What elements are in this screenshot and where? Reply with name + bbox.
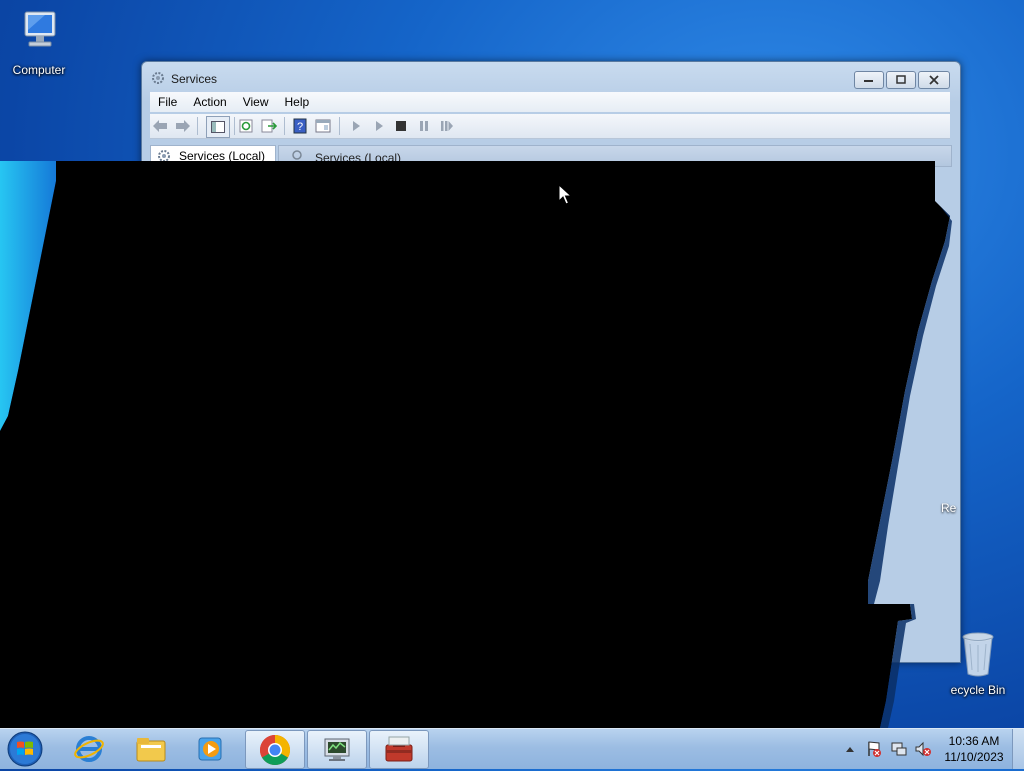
system-clock[interactable]: 10:36 AM 11/10/2023 bbox=[938, 733, 1010, 765]
volume-muted-icon[interactable] bbox=[913, 729, 933, 769]
menu-action[interactable]: Action bbox=[185, 95, 234, 109]
mouse-cursor-icon bbox=[558, 184, 572, 205]
media-player-icon bbox=[198, 737, 222, 760]
toolbar-separator bbox=[339, 117, 340, 135]
refresh-icon[interactable] bbox=[238, 118, 254, 134]
toolbar: ? bbox=[150, 114, 950, 139]
desktop-icon-label: Computer bbox=[12, 63, 66, 77]
pause-service-icon[interactable] bbox=[416, 118, 432, 134]
taskbar-network-monitor[interactable] bbox=[307, 730, 367, 769]
show-hide-console-tree-icon[interactable] bbox=[206, 116, 230, 138]
window-title: Services bbox=[171, 72, 218, 86]
taskbar: 10:36 AM 11/10/2023 bbox=[0, 728, 1024, 769]
export-list-icon[interactable] bbox=[261, 118, 277, 134]
services-gear-icon bbox=[151, 71, 165, 85]
restart-service-icon[interactable] bbox=[439, 118, 455, 134]
maximize-button[interactable] bbox=[886, 71, 916, 89]
desktop-icon-label: ecycle Bin bbox=[950, 683, 1006, 697]
network-icon[interactable] bbox=[889, 729, 909, 769]
chrome-icon bbox=[259, 734, 291, 765]
start-button[interactable] bbox=[4, 730, 46, 768]
stop-service-icon[interactable] bbox=[393, 118, 409, 134]
toolbar-separator bbox=[197, 117, 198, 135]
svg-text:?: ? bbox=[297, 121, 303, 133]
help-icon[interactable]: ? bbox=[292, 118, 308, 134]
computer-icon bbox=[1, 8, 77, 61]
taskbar-internet-explorer[interactable] bbox=[60, 730, 118, 767]
menu-view[interactable]: View bbox=[235, 95, 277, 109]
taskbar-media-player[interactable] bbox=[182, 730, 240, 767]
file-explorer-icon bbox=[136, 737, 166, 761]
close-button[interactable] bbox=[918, 71, 950, 89]
internet-explorer-icon bbox=[74, 735, 104, 762]
clipped-desktop-label: Re bbox=[941, 501, 957, 515]
start-service-alt-icon[interactable] bbox=[371, 118, 387, 134]
toolbox-icon bbox=[385, 736, 413, 761]
menu-file[interactable]: File bbox=[150, 95, 185, 109]
desktop-icon-computer[interactable]: Computer bbox=[1, 8, 77, 77]
action-center-flag-icon[interactable] bbox=[864, 729, 884, 769]
network-monitor-icon bbox=[324, 738, 350, 761]
start-service-icon[interactable] bbox=[348, 118, 364, 134]
toolbar-separator bbox=[284, 117, 285, 135]
taskbar-file-explorer[interactable] bbox=[122, 730, 180, 767]
menu-bar: File Action View Help bbox=[150, 92, 950, 112]
back-icon[interactable] bbox=[152, 118, 168, 134]
clock-time: 10:36 AM bbox=[948, 734, 1000, 748]
toolbar-separator bbox=[234, 117, 235, 135]
show-hidden-icons-arrow[interactable] bbox=[843, 729, 857, 769]
taskbar-chrome[interactable] bbox=[245, 730, 305, 769]
show-desktop-button[interactable] bbox=[1012, 729, 1024, 769]
minimize-button[interactable] bbox=[854, 71, 884, 89]
properties-icon[interactable] bbox=[315, 118, 331, 134]
clock-date: 11/10/2023 bbox=[944, 750, 1004, 764]
forward-icon[interactable] bbox=[175, 118, 191, 134]
taskbar-toolbox[interactable] bbox=[369, 730, 429, 769]
menu-help[interactable]: Help bbox=[277, 95, 318, 109]
rendering-artifact-overlay bbox=[0, 161, 952, 728]
